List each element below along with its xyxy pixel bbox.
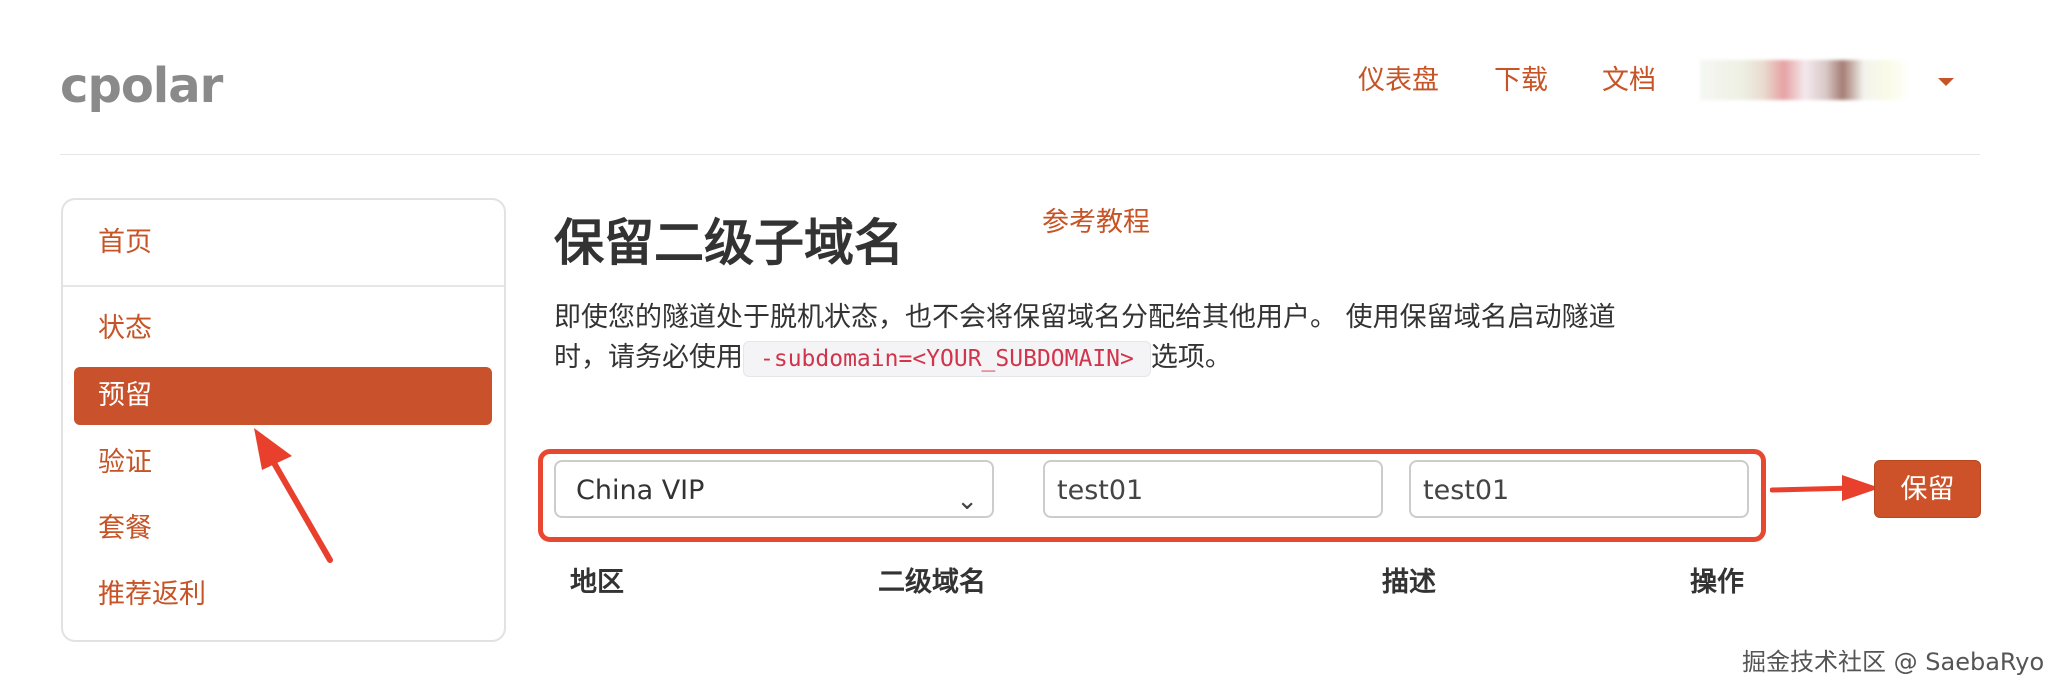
subdomain-code: -subdomain=<YOUR_SUBDOMAIN> [743, 341, 1151, 377]
subdomain-input[interactable]: test01 [1043, 460, 1383, 518]
annotation-arrow-up-icon [254, 428, 333, 563]
column-header-region: 地区 [570, 567, 624, 598]
sidebar-item-status[interactable]: 状态 [74, 300, 492, 358]
description-text: 即使您的隧道处于脱机状态，也不会将保留域名分配给其他用户。 使用保留域名启动隧道… [554, 298, 1704, 379]
description-prefix: 时，请务必使用 [554, 342, 743, 373]
sidebar-divider [63, 285, 504, 287]
nav-dashboard[interactable]: 仪表盘 [1358, 58, 1439, 97]
chevron-down-icon[interactable] [1938, 78, 1954, 86]
nav-download[interactable]: 下载 [1494, 58, 1548, 97]
cpolar-logo[interactable]: cpolar [60, 58, 223, 114]
sidebar-item-home[interactable]: 首页 [74, 214, 492, 272]
page-title: 保留二级子域名 [554, 214, 904, 272]
region-select-value: China VIP [576, 475, 705, 506]
sidebar-item-reserved[interactable]: 预留 [74, 367, 492, 425]
column-header-actions: 操作 [1690, 567, 1744, 598]
header-divider [60, 154, 1980, 155]
description-input[interactable]: test01 [1409, 460, 1749, 518]
reference-tutorial-link[interactable]: 参考教程 [1042, 200, 1150, 239]
column-header-subdomain: 二级域名 [878, 567, 986, 598]
description-suffix: 选项。 [1150, 342, 1232, 373]
annotation-arrow-right-icon [1770, 475, 1880, 501]
sidebar-item-referral[interactable]: 推荐返利 [74, 566, 492, 624]
watermark: 掘金技术社区 @ SaebaRyo [1742, 648, 2045, 676]
description-line-1: 即使您的隧道处于脱机状态，也不会将保留域名分配给其他用户。 使用保留域名启动隧道 [554, 302, 1616, 333]
user-menu-avatar[interactable] [1700, 60, 1910, 100]
region-select[interactable]: China VIP ⌄ [554, 460, 994, 518]
reserve-button[interactable]: 保留 [1874, 460, 1981, 518]
column-header-description: 描述 [1382, 567, 1436, 598]
sidebar: 首页 状态 预留 验证 套餐 推荐返利 [61, 198, 506, 642]
description-line-2: 时，请务必使用 -subdomain=<YOUR_SUBDOMAIN> 选项。 [554, 338, 1704, 379]
chevron-down-icon: ⌄ [956, 486, 978, 516]
nav-docs[interactable]: 文档 [1602, 58, 1656, 97]
